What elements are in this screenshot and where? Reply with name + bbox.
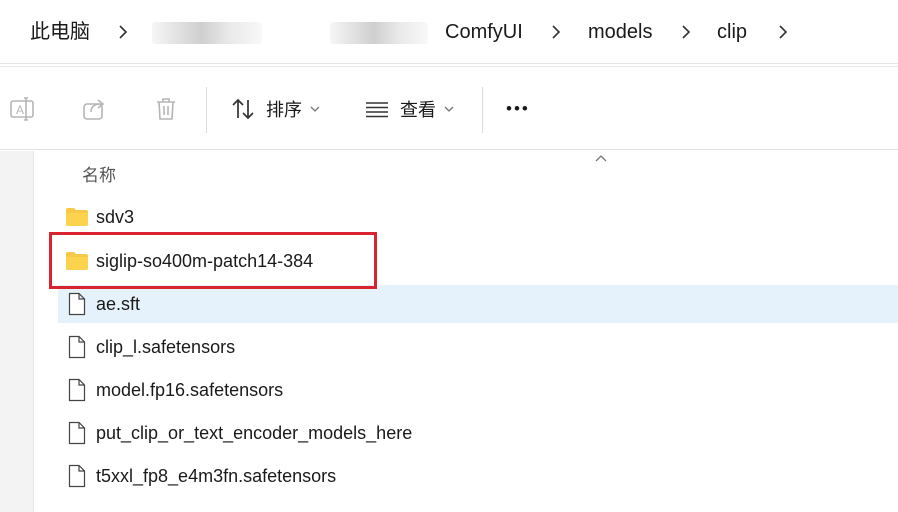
breadcrumb-clip[interactable]: clip xyxy=(717,20,747,44)
breadcrumb-models[interactable]: models xyxy=(588,20,652,44)
sort-button[interactable]: 排序 xyxy=(230,67,320,151)
trash-icon xyxy=(152,95,180,123)
list-item-folder[interactable]: siglip-so400m-patch14-384 xyxy=(58,242,898,280)
chevron-right-icon[interactable] xyxy=(776,20,790,44)
column-header-name[interactable]: 名称 xyxy=(82,161,116,186)
chevron-right-icon[interactable] xyxy=(116,20,130,44)
file-name: t5xxl_fp8_e4m3fn.safetensors xyxy=(96,465,337,486)
sort-label: 排序 xyxy=(266,100,302,120)
share-icon xyxy=(80,95,108,123)
sort-ascending-icon xyxy=(594,151,608,169)
file-icon xyxy=(64,421,90,445)
svg-text:A: A xyxy=(16,103,24,117)
rename-icon: A xyxy=(8,95,36,123)
navigation-pane xyxy=(0,151,34,512)
file-name: siglip-so400m-patch14-384 xyxy=(96,250,314,271)
file-list-pane: 名称 sdv3 siglip-so400m-patch14-384 ae.sft… xyxy=(0,151,898,512)
delete-button[interactable] xyxy=(152,67,180,151)
view-label: 查看 xyxy=(400,100,436,120)
list-item-file[interactable]: model.fp16.safetensors xyxy=(58,371,898,409)
blurred-breadcrumb xyxy=(152,22,262,44)
share-button[interactable] xyxy=(80,67,108,151)
file-icon xyxy=(64,378,90,402)
folder-icon xyxy=(64,207,90,227)
list-view-icon xyxy=(364,96,390,122)
file-name: ae.sft xyxy=(96,293,141,314)
command-bar: A 排序 查看 ••• xyxy=(0,66,898,150)
list-item-folder[interactable]: sdv3 xyxy=(58,198,898,236)
chevron-down-icon xyxy=(444,105,454,113)
file-name: model.fp16.safetensors xyxy=(96,379,284,400)
list-item-file[interactable]: clip_l.safetensors xyxy=(58,328,898,366)
view-button[interactable]: 查看 xyxy=(364,67,454,151)
breadcrumb-comfyui[interactable]: ComfyUI xyxy=(445,20,523,44)
file-name: put_clip_or_text_encoder_models_here xyxy=(96,422,413,443)
file-icon xyxy=(64,335,90,359)
chevron-right-icon[interactable] xyxy=(549,20,563,44)
rename-button[interactable]: A xyxy=(8,67,36,151)
list-item-file[interactable]: put_clip_or_text_encoder_models_here xyxy=(58,414,898,452)
chevron-right-icon[interactable] xyxy=(679,20,693,44)
blurred-breadcrumb xyxy=(330,22,428,44)
file-name: sdv3 xyxy=(96,206,135,227)
address-bar[interactable]: 此电脑 ComfyUI models clip xyxy=(0,0,898,64)
file-icon xyxy=(64,464,90,488)
sort-icon xyxy=(230,96,256,122)
list-item-file-selected[interactable]: ae.sft xyxy=(58,285,898,323)
divider xyxy=(206,87,207,133)
file-name: clip_l.safetensors xyxy=(96,336,236,357)
file-icon xyxy=(64,292,90,316)
breadcrumb-this-pc[interactable]: 此电脑 xyxy=(30,20,90,44)
list-item-file[interactable]: t5xxl_fp8_e4m3fn.safetensors xyxy=(58,457,898,495)
divider xyxy=(482,87,483,133)
chevron-down-icon xyxy=(310,105,320,113)
more-options-button[interactable]: ••• xyxy=(506,67,530,151)
folder-icon xyxy=(64,251,90,271)
